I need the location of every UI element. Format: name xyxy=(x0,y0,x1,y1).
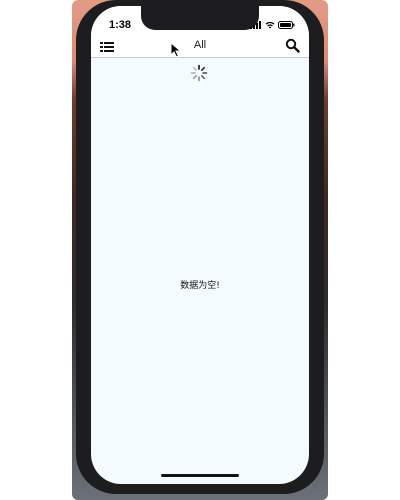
device-notch xyxy=(141,6,259,30)
app-screen: 1:38 All 数据为空! xyxy=(91,6,309,484)
search-button[interactable] xyxy=(285,38,300,53)
signal-icon xyxy=(250,21,261,29)
page-title: All xyxy=(193,39,207,51)
status-icons xyxy=(250,20,295,30)
empty-state-message: 数据为空! xyxy=(180,281,220,291)
loading-spinner-icon xyxy=(190,64,208,82)
search-icon xyxy=(285,38,300,53)
navigation-bar: All xyxy=(91,36,309,58)
status-time: 1:38 xyxy=(109,19,132,31)
wifi-icon xyxy=(265,21,275,29)
battery-icon xyxy=(278,21,295,29)
status-bar: 1:38 xyxy=(91,6,309,36)
home-indicator[interactable] xyxy=(161,474,239,477)
mouse-cursor-icon xyxy=(170,42,182,58)
